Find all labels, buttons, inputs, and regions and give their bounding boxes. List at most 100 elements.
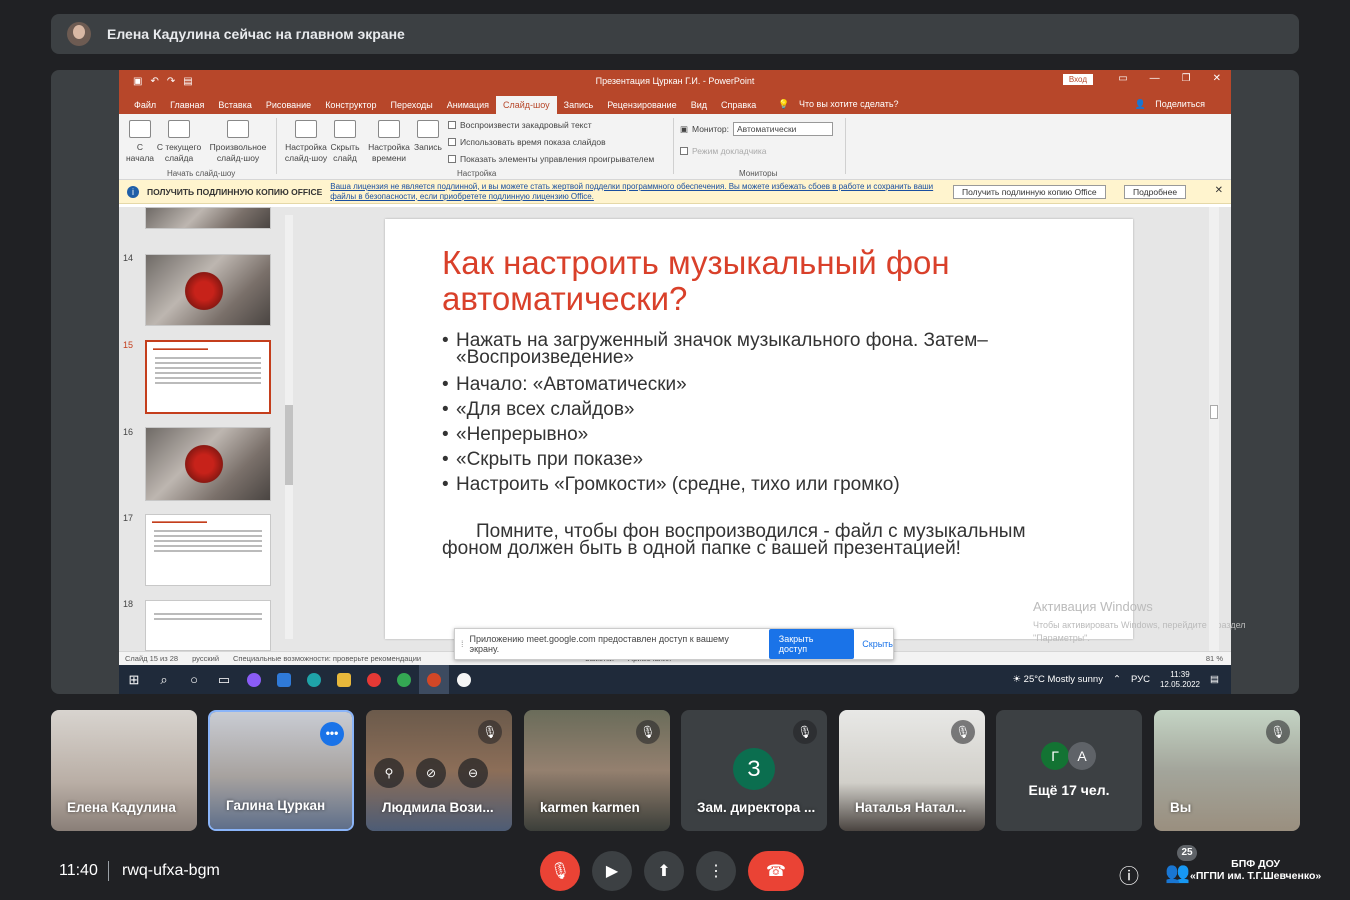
menu-design[interactable]: Конструктор: [318, 96, 383, 114]
get-genuine-button[interactable]: Получить подлинную копию Office: [953, 185, 1106, 199]
yandex-icon[interactable]: [359, 665, 389, 694]
powerpoint-taskbar-icon[interactable]: [419, 665, 449, 694]
maximize-icon[interactable]: ❐: [1182, 73, 1191, 84]
menu-home[interactable]: Главная: [163, 96, 211, 114]
system-tray: ☀ 25°C Mostly sunny ⌃ РУС 11:39 12.05.20…: [1013, 670, 1220, 690]
ribbon-display-icon[interactable]: ▭: [1118, 73, 1127, 84]
monitor-select[interactable]: Автоматически: [733, 122, 833, 136]
menu-insert[interactable]: Вставка: [211, 96, 258, 114]
custom-slideshow-button[interactable]: Произвольное слайд-шоу: [207, 120, 269, 164]
close-icon[interactable]: ✕: [1213, 73, 1221, 84]
presenter-banner-text: Елена Кадулина сейчас на главном экране: [107, 26, 405, 42]
slide-thumbnail-15[interactable]: ▬▬▬▬▬▬▬▬▬▬: [145, 340, 271, 414]
more-options-icon[interactable]: •••: [320, 722, 344, 746]
scrollbar-thumb[interactable]: [1210, 405, 1218, 419]
windows-start-icon[interactable]: ⊞: [119, 665, 149, 694]
people-icon[interactable]: 👥: [1165, 860, 1190, 885]
menu-view[interactable]: Вид: [684, 96, 714, 114]
close-warning-icon[interactable]: ✕: [1215, 185, 1223, 196]
participant-tile[interactable]: 🎙 karmen karmen: [524, 710, 670, 831]
participant-tile[interactable]: 🎙 Наталья Натал...: [839, 710, 985, 831]
more-options-button[interactable]: ⋮: [696, 851, 736, 891]
slide-title[interactable]: Как настроить музыкальный фон автоматиче…: [442, 245, 1082, 317]
participant-tile[interactable]: 🎙 ⚲ ⊘ ⊖ Людмила Вози...: [366, 710, 512, 831]
redo-icon[interactable]: ↷: [167, 76, 175, 87]
minimize-icon[interactable]: —: [1150, 73, 1160, 84]
meeting-details-icon[interactable]: ⓘ: [1119, 860, 1139, 889]
mail-icon[interactable]: [269, 665, 299, 694]
from-current-button[interactable]: С текущего слайда: [155, 120, 203, 164]
from-beginning-button[interactable]: С начала: [125, 120, 155, 164]
more-participants-tile[interactable]: Г А Ещё 17 чел.: [996, 710, 1142, 831]
setup-icon: [295, 120, 317, 138]
pin-icon[interactable]: ⚲: [374, 758, 404, 788]
menu-record[interactable]: Запись: [557, 96, 601, 114]
hide-notification-button[interactable]: Скрыть: [862, 639, 893, 649]
menu-animations[interactable]: Анимация: [440, 96, 496, 114]
slide-thumbnail-17[interactable]: ▬▬▬▬▬▬▬▬▬▬: [145, 514, 271, 586]
taskbar-clock[interactable]: 11:39 12.05.2022: [1160, 670, 1200, 690]
menu-transitions[interactable]: Переходы: [384, 96, 440, 114]
mute-participant-icon[interactable]: ⊘: [416, 758, 446, 788]
participant-tile[interactable]: 🎙 З Зам. директора ...: [681, 710, 827, 831]
present-screen-button[interactable]: ⬆: [644, 851, 684, 891]
presenter-view-checkbox[interactable]: Режим докладчика: [680, 146, 767, 156]
slide-thumbnail-18[interactable]: [145, 600, 271, 651]
slideshow-icon[interactable]: ▤: [183, 76, 192, 87]
login-button[interactable]: Вход: [1062, 74, 1093, 85]
edge-icon[interactable]: [299, 665, 329, 694]
search-icon[interactable]: ⌕: [149, 665, 179, 694]
slide-scrollbar[interactable]: [1209, 207, 1219, 651]
task-view-icon[interactable]: ▭: [209, 665, 239, 694]
slide-thumbnail-14[interactable]: [145, 254, 271, 326]
slide-note[interactable]: Помните, чтобы фон воспроизводился - фай…: [442, 522, 1082, 558]
order-star-image: [182, 269, 226, 313]
toggle-camera-button[interactable]: ▶: [592, 851, 632, 891]
tray-arrow-icon[interactable]: ⌃: [1113, 674, 1121, 685]
menu-slideshow[interactable]: Слайд-шоу: [495, 96, 557, 114]
accessibility-status[interactable]: Специальные возможности: проверьте реком…: [233, 654, 421, 663]
cortana-icon[interactable]: ○: [179, 665, 209, 694]
remove-icon[interactable]: ⊖: [458, 758, 488, 788]
menu-help[interactable]: Справка: [714, 96, 763, 114]
toggle-mic-button[interactable]: 🎙: [540, 851, 580, 891]
slide-thumbnail-13[interactable]: [145, 207, 271, 229]
share-button[interactable]: 👤 Поделиться: [1128, 95, 1219, 114]
hide-slide-button[interactable]: Скрыть слайд: [329, 120, 361, 164]
rehearse-timings-button[interactable]: Настройка времени: [367, 120, 411, 164]
scrollbar-thumb[interactable]: [285, 405, 293, 485]
slide-bullets[interactable]: Нажать на загруженный значок музыкальног…: [442, 331, 1102, 497]
menu-file[interactable]: Файл: [127, 96, 163, 114]
weather-widget[interactable]: ☀ 25°C Mostly sunny: [1013, 674, 1103, 685]
participant-tile[interactable]: ••• Галина Цуркан: [208, 710, 354, 831]
self-view-tile[interactable]: 🎙 Вы: [1154, 710, 1300, 831]
end-call-button[interactable]: ☎: [748, 851, 804, 891]
current-slide[interactable]: Как настроить музыкальный фон автоматиче…: [385, 219, 1133, 639]
language-indicator[interactable]: русский: [192, 654, 219, 663]
chrome-icon[interactable]: [389, 665, 419, 694]
learn-more-button[interactable]: Подробнее: [1124, 185, 1187, 199]
menu-review[interactable]: Рецензирование: [600, 96, 684, 114]
narration-checkbox[interactable]: Воспроизвести закадровый текст: [448, 120, 592, 130]
slide-thumbnail-16[interactable]: [145, 427, 271, 501]
warning-message-link[interactable]: Ваша лицензия не является подлинной, и в…: [330, 182, 940, 202]
thumbnails-scrollbar[interactable]: [285, 215, 293, 639]
participant-tile[interactable]: Елена Кадулина: [51, 710, 197, 831]
use-timings-checkbox[interactable]: Использовать время показа слайдов: [448, 137, 606, 147]
setup-slideshow-label: Настройка слайд-шоу: [284, 142, 328, 163]
explorer-icon[interactable]: [329, 665, 359, 694]
media-controls-checkbox[interactable]: Показать элементы управления проигрывате…: [448, 154, 654, 164]
drag-grip-icon[interactable]: ⁞: [461, 639, 464, 649]
menu-draw[interactable]: Рисование: [259, 96, 318, 114]
language-indicator-tray[interactable]: РУС: [1131, 674, 1150, 685]
tell-me-search[interactable]: 💡 Что вы хотите сделать?: [771, 95, 912, 114]
notifications-icon[interactable]: ▤: [1210, 674, 1219, 685]
record-button[interactable]: Запись: [413, 120, 443, 153]
save-icon[interactable]: ▣: [133, 76, 142, 87]
undo-icon[interactable]: ↶: [150, 76, 158, 87]
setup-slideshow-button[interactable]: Настройка слайд-шоу: [283, 120, 329, 164]
alice-icon[interactable]: [239, 665, 269, 694]
stop-sharing-button[interactable]: Закрыть доступ: [768, 629, 855, 659]
zoom-level[interactable]: 81 %: [1206, 654, 1223, 663]
yandex-browser-icon[interactable]: [449, 665, 479, 694]
